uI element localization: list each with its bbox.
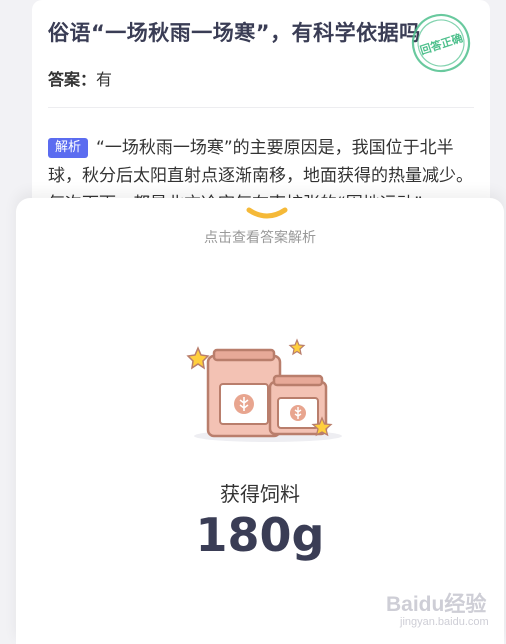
reward-sheet[interactable]: 点击查看答案解析 获得饲料 180g	[16, 198, 504, 644]
explanation-tag: 解析	[48, 138, 89, 158]
chevron-down-icon[interactable]	[245, 206, 289, 222]
view-explanation-link[interactable]: 点击查看答案解析	[16, 227, 504, 247]
reward-label: 获得饲料	[220, 482, 300, 506]
reward-amount: 180g	[195, 508, 325, 562]
feed-bags-icon	[184, 336, 352, 448]
watermark-brand: Baidu经验	[386, 593, 487, 616]
stamp-label: 回答正确	[418, 30, 464, 57]
correct-answer-stamp-icon: 回答正确	[410, 12, 472, 74]
baidu-watermark: Baidu经验 jingyan.baidu.com	[386, 588, 496, 634]
question-title: 俗语“一场秋雨一场寒”，有科学依据吗	[48, 21, 421, 45]
answer-value: 有	[96, 70, 113, 89]
watermark-url: jingyan.baidu.com	[400, 616, 489, 628]
answer-line: 答案：有	[48, 66, 112, 90]
answer-label: 答案：	[48, 70, 97, 89]
divider	[48, 107, 474, 108]
